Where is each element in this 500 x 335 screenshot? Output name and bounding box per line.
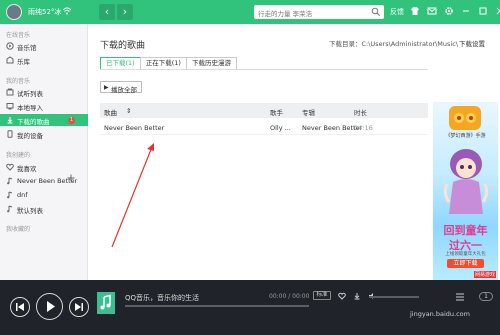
sidebar-item-label: 默认列表	[17, 207, 43, 215]
minimize-icon[interactable]	[461, 6, 471, 16]
play-icon: ▶	[104, 84, 109, 91]
playback-time: 00:00 / 00:00	[269, 293, 310, 300]
sidebar-item-playlist-default[interactable]: 默认列表	[0, 203, 88, 215]
sidebar-item-playlist-never-been-better[interactable]: Never Been Better	[0, 175, 88, 187]
local-import-icon	[6, 102, 14, 110]
download-icon	[6, 116, 14, 124]
play-all-button[interactable]: ▶ 播放全部	[100, 81, 142, 94]
download-count-badge: 1	[68, 117, 75, 124]
playlist-icon	[6, 205, 14, 213]
sidebar-item-label: dnf	[17, 191, 28, 199]
sidebar-item-label: 我喜欢	[17, 165, 37, 173]
gear-icon[interactable]	[444, 6, 454, 16]
game-character-image	[441, 142, 491, 217]
column-header-artist[interactable]: 歌手	[270, 107, 283, 117]
section-favorited: 我收藏的	[6, 226, 31, 233]
table-row[interactable]: Never Been Better Olly ... Never Been Be…	[100, 120, 428, 135]
watermark-text: jingyan.baidu.com	[410, 310, 470, 318]
sidebar-item-label: Never Been Better	[17, 177, 78, 185]
heart-icon[interactable]	[338, 292, 346, 300]
game-logo	[449, 106, 481, 130]
column-header-album[interactable]: 专辑	[302, 107, 315, 117]
music-library-icon	[6, 56, 14, 64]
mail-icon[interactable]	[427, 6, 437, 16]
playlist-icon	[6, 191, 14, 199]
download-icon[interactable]	[353, 292, 361, 300]
forward-button[interactable]: ›	[117, 4, 133, 20]
sidebar-item-downloaded-songs[interactable]: 下载的歌曲 1	[0, 114, 88, 126]
download-settings-link[interactable]: 下载设置	[459, 38, 485, 48]
ad-download-button[interactable]: 立即下载	[447, 259, 484, 268]
sidebar-item-label: 乐库	[17, 58, 30, 66]
feedback-link[interactable]: 反馈	[390, 7, 404, 17]
playlist-count-badge[interactable]: 1	[479, 292, 493, 301]
skin-icon[interactable]	[410, 6, 420, 16]
song-title: Never Been Better	[104, 124, 165, 132]
column-header-song[interactable]: 歌曲	[104, 107, 117, 117]
avatar[interactable]	[6, 4, 22, 20]
sidebar-item-label: 本地导入	[17, 104, 43, 112]
column-header-duration[interactable]: 时长	[354, 107, 367, 117]
sidebar-item-favorites[interactable]: 我喜欢	[0, 161, 88, 173]
table-header: 歌曲 ⇕ 歌手 专辑 时长	[100, 103, 428, 118]
ad-brand: 网易游戏	[473, 271, 496, 278]
audition-list-icon	[6, 88, 14, 96]
back-button[interactable]: ‹	[99, 4, 115, 20]
previous-icon	[16, 303, 24, 311]
play-button[interactable]	[36, 293, 63, 320]
play-all-label: 播放全部	[111, 86, 137, 94]
device-icon	[6, 130, 14, 138]
section-created: 我创建的	[6, 152, 31, 159]
playlist-list-icon[interactable]	[455, 293, 465, 301]
sidebar-item-label: 试听列表	[17, 90, 43, 98]
now-playing-title: QQ音乐，音乐你的生活	[125, 294, 200, 302]
sidebar: 在线音乐 音乐馆 乐库 我的音乐 试听列表 本地导入 下载的歌曲 1 我的设备 …	[0, 24, 88, 280]
progress-bar[interactable]	[125, 305, 309, 307]
playlist-icon	[6, 177, 14, 185]
sidebar-item-audition-list[interactable]: 试听列表	[0, 86, 88, 98]
section-online-music: 在线音乐	[6, 32, 31, 39]
wifi-icon	[62, 6, 72, 16]
search-input[interactable]: 行走的力量 李荣浩	[254, 5, 384, 19]
song-artist[interactable]: Olly ...	[270, 124, 291, 132]
sidebar-item-local-import[interactable]: 本地导入	[0, 100, 88, 112]
play-icon	[47, 301, 55, 312]
music-hall-icon	[6, 42, 14, 50]
album-cover[interactable]	[97, 292, 115, 314]
search-placeholder: 行走的力量 李荣浩	[258, 10, 313, 18]
download-directory[interactable]: 下载目录：C:\Users\Administrator\Music\	[329, 38, 458, 48]
player-bar: QQ音乐，音乐你的生活 00:00 / 00:00 标准 1 jingyan.b…	[0, 280, 500, 335]
sidebar-item-music-library[interactable]: 乐库	[0, 54, 88, 66]
username[interactable]: 雨纯52°冰	[28, 7, 61, 17]
top-bar: 雨纯52°冰 ‹ › 行走的力量 李荣浩 反馈	[0, 0, 500, 24]
annotation-arrow	[111, 143, 154, 248]
sidebar-item-my-devices[interactable]: 我的设备	[0, 128, 88, 140]
quality-toggle[interactable]: 标准	[313, 291, 331, 300]
search-icon[interactable]	[371, 7, 381, 17]
section-my-music: 我的音乐	[6, 78, 31, 85]
volume-slider[interactable]	[369, 296, 419, 298]
ad-note: 上线领取童年大礼包	[445, 252, 486, 257]
previous-button[interactable]	[10, 297, 30, 317]
song-duration: 04:16	[354, 124, 373, 132]
sidebar-item-playlist-dnf[interactable]: dnf	[0, 189, 88, 201]
sidebar-item-label: 音乐馆	[17, 44, 37, 52]
sort-icon[interactable]: ⇕	[126, 107, 131, 115]
sidebar-item-music-hall[interactable]: 音乐馆	[0, 40, 88, 52]
page-title: 下载的歌曲	[100, 41, 146, 51]
next-button[interactable]	[69, 297, 89, 317]
tab-divider	[100, 69, 428, 70]
advertisement-banner[interactable]: 《梦幻西游》手游 回到童年 过六一 上线领取童年大礼包 立即下载 网易游戏	[433, 102, 498, 280]
sidebar-item-label: 下载的歌曲	[17, 118, 50, 126]
ad-headline: 回到童年	[443, 224, 488, 237]
maximize-icon[interactable]	[478, 6, 488, 16]
sidebar-item-label: 我的设备	[17, 132, 43, 140]
music-note-icon	[100, 294, 111, 310]
heart-icon	[6, 163, 14, 171]
close-icon[interactable]	[495, 6, 500, 16]
ad-subtitle: 《梦幻西游》手游	[445, 133, 486, 139]
next-icon	[75, 303, 83, 311]
